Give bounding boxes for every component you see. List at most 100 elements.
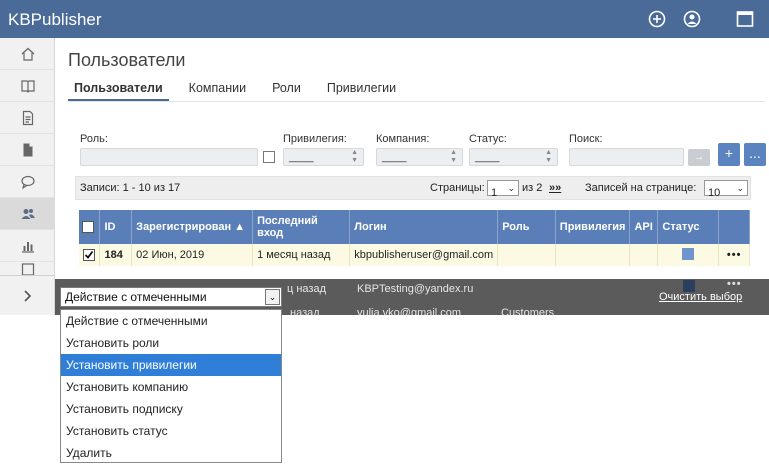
app-title: KBPublisher [8, 10, 102, 29]
page-select[interactable]: 1 ⌄ [487, 180, 519, 199]
window-icon[interactable] [735, 9, 755, 29]
book-icon [20, 79, 35, 93]
status-filter-select[interactable]: ____ ▲ ▼ [469, 148, 558, 166]
next-page-link[interactable]: »» [549, 182, 561, 194]
home-icon [21, 47, 34, 61]
tab-privileges[interactable]: Привилегии [321, 80, 402, 101]
option-set-roles[interactable]: Установить роли [61, 332, 281, 354]
search-label: Поиск: [569, 133, 603, 145]
privilege-filter-value: ____ [289, 151, 314, 163]
status-filter-value: ____ [475, 151, 500, 163]
company-filter-value: ____ [382, 151, 407, 163]
column-api[interactable]: API [629, 210, 659, 244]
sidebar-item-reports[interactable] [0, 230, 55, 262]
row-login: KBPTesting@yandex.ru [357, 283, 474, 295]
more-actions-button[interactable]: ... [744, 143, 766, 166]
tab-roles[interactable]: Роли [266, 80, 307, 101]
document-icon [22, 110, 33, 125]
tab-companies[interactable]: Компании [183, 80, 252, 101]
comments-icon [20, 175, 35, 189]
sidebar-item-knowledgebase[interactable] [0, 70, 55, 102]
chevron-down-icon: ⌄ [507, 183, 515, 193]
pages-label: Страницы: [430, 182, 485, 194]
column-status[interactable]: Статус [657, 210, 720, 244]
company-filter-label: Компания: [376, 133, 430, 145]
sidebar-item-users[interactable] [0, 198, 55, 230]
column-role[interactable]: Роль [497, 210, 556, 244]
search-go-button[interactable]: → [688, 149, 710, 166]
column-id[interactable]: ID [99, 210, 133, 244]
row-api [629, 244, 659, 266]
select-arrows-icon: ▲ ▼ [351, 149, 358, 164]
select-arrows-icon: ▲ ▼ [545, 149, 552, 164]
clear-selection-link[interactable]: Очистить выбор [659, 291, 742, 303]
chevron-down-icon: ⌄ [736, 183, 744, 193]
select-all-checkbox[interactable] [82, 221, 94, 234]
tabs-divider [68, 101, 765, 102]
row-last-login: назад [290, 307, 320, 315]
checkmark-icon [84, 251, 94, 259]
add-circle-icon[interactable] [647, 9, 667, 29]
sidebar-item-comments[interactable] [0, 166, 55, 198]
user-circle-icon[interactable] [682, 9, 702, 29]
row-menu-icon: ••• [727, 278, 742, 290]
option-delete[interactable]: Удалить [61, 442, 281, 464]
bulk-action-value: Действие с отмеченными [65, 290, 207, 304]
status-badge[interactable] [682, 247, 695, 260]
table-header-row: ID Зарегистрирован ▲ Последний вход Логи… [79, 210, 750, 244]
row-last-login: 1 месяц назад [252, 244, 351, 266]
select-all-header [79, 210, 101, 244]
row-actions: ••• [718, 244, 750, 266]
sidebar-item-articles[interactable] [0, 102, 55, 134]
table-row[interactable]: 184 02 Июн, 2019 1 месяц назад kbpublish… [79, 244, 750, 266]
search-input[interactable] [569, 148, 684, 166]
per-page-label: Записей на странице: [585, 182, 697, 194]
column-registered[interactable]: Зарегистрирован ▲ [131, 210, 254, 244]
option-set-subscription[interactable]: Установить подписку [61, 398, 281, 420]
row-select-cell [79, 244, 101, 266]
chart-icon [21, 241, 34, 253]
role-filter-input[interactable] [80, 148, 258, 166]
bulk-action-select[interactable]: Действие с отмеченными ⌄ [60, 287, 282, 307]
top-bar: KBPublisher [0, 0, 769, 38]
users-table: ID Зарегистрирован ▲ Последний вход Логи… [79, 210, 750, 266]
sidebar [0, 38, 55, 314]
per-page-value: 10 [708, 187, 721, 199]
of-pages: из 2 [522, 182, 543, 194]
column-privilege[interactable]: Привилегия [555, 210, 631, 244]
column-login[interactable]: Логин [349, 210, 499, 244]
sidebar-item-files[interactable] [0, 134, 55, 166]
row-id: 184 [99, 244, 133, 266]
option-set-status[interactable]: Установить статус [61, 420, 281, 442]
chevron-right-icon [24, 289, 32, 302]
privilege-filter-select[interactable]: ____ ▲ ▼ [283, 148, 364, 166]
bulk-action-dropdown: Действие с отмеченными Установить роли У… [60, 309, 282, 463]
column-last-login[interactable]: Последний вход [252, 210, 351, 244]
role-filter-checkbox[interactable] [263, 151, 275, 163]
page-select-value: 1 [491, 187, 498, 199]
records-count: Записи: 1 - 10 из 17 [80, 182, 181, 194]
row-login: kbpublisheruser@gmail.com [349, 244, 499, 266]
add-user-button[interactable]: + [718, 143, 740, 166]
company-filter-select[interactable]: ____ ▲ ▼ [376, 148, 463, 166]
row-role [497, 244, 556, 266]
tab-users[interactable]: Пользователи [68, 80, 169, 101]
sidebar-item-home[interactable] [0, 38, 55, 70]
status-filter-label: Статус: [469, 133, 507, 145]
row-menu-icon[interactable]: ••• [727, 249, 742, 261]
per-page-select[interactable]: 10 ⌄ [704, 180, 748, 199]
row-status [657, 244, 720, 266]
file-icon [23, 143, 32, 156]
privilege-filter-label: Привилегия: [283, 133, 347, 145]
option-set-company[interactable]: Установить компанию [61, 376, 281, 398]
row-registered: 02 Июн, 2019 [131, 244, 254, 266]
tab-bar: Пользователи Компании Роли Привилегии [68, 80, 416, 101]
row-login: yulia.vko@gmail.com [357, 307, 462, 315]
row-role: Customers [501, 307, 555, 315]
option-set-privileges[interactable]: Установить привилегии [61, 354, 281, 376]
row-checkbox[interactable] [83, 249, 95, 262]
column-actions [718, 210, 750, 244]
row-last-login: ц назад [287, 283, 327, 295]
sidebar-expand-button[interactable] [0, 275, 55, 315]
option-bulk-action[interactable]: Действие с отмеченными [61, 310, 281, 332]
